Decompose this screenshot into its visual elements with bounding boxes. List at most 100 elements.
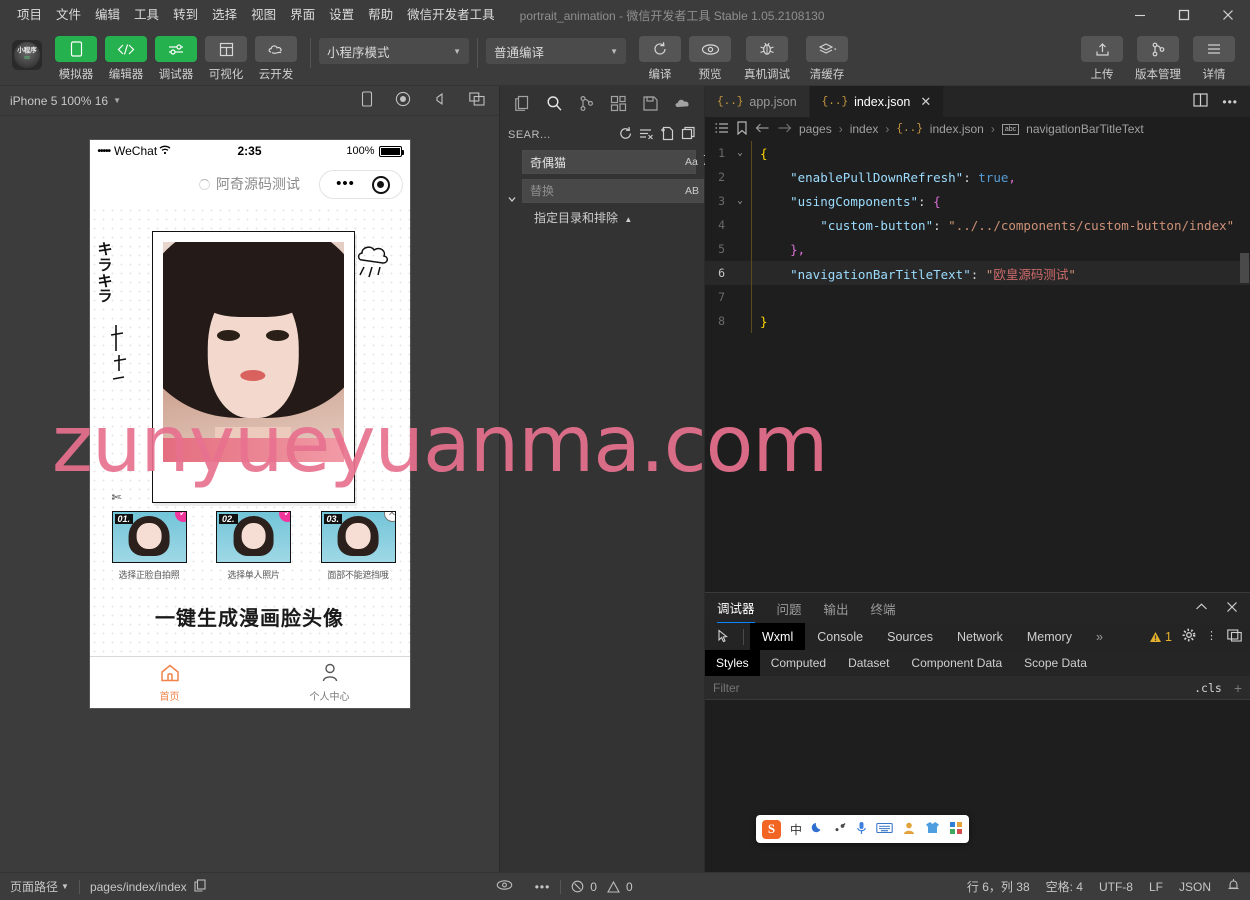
- search-input[interactable]: [530, 155, 685, 169]
- panel-tab-terminal[interactable]: 终端: [871, 593, 896, 623]
- code-line[interactable]: 6 "navigationBarTitleText": "欧皇源码测试": [705, 261, 1250, 285]
- record-icon[interactable]: [395, 91, 411, 110]
- inspect-element-icon[interactable]: [711, 629, 737, 644]
- menu-item-settings[interactable]: 设置: [322, 0, 361, 30]
- styles-tab-styles[interactable]: Styles: [705, 650, 760, 676]
- toolbar-button-editor[interactable]: 编辑器: [102, 36, 150, 82]
- code-line[interactable]: 7: [705, 285, 1250, 309]
- close-icon[interactable]: [1226, 601, 1238, 616]
- mic-icon[interactable]: [856, 821, 867, 838]
- extensions-icon[interactable]: [605, 90, 631, 116]
- device-selector-label[interactable]: iPhone 5 100% 16: [10, 94, 108, 108]
- outline-icon[interactable]: [715, 122, 729, 137]
- toolbar-button-realdevice[interactable]: 真机调试: [736, 36, 798, 82]
- cls-button[interactable]: .cls: [1194, 681, 1222, 695]
- panel-tab-output[interactable]: 输出: [824, 593, 849, 623]
- back-arrow-icon[interactable]: [755, 122, 770, 137]
- errors-group[interactable]: 0: [571, 880, 597, 894]
- toolbar-button-cloud[interactable]: 云开发: [252, 36, 300, 82]
- styles-tab-dataset[interactable]: Dataset: [837, 650, 900, 676]
- menu-item-tools[interactable]: 工具: [127, 0, 166, 30]
- warnings-group[interactable]: 0: [607, 880, 633, 894]
- files-icon[interactable]: [509, 90, 535, 116]
- code-editor[interactable]: 1⌄{2 "enablePullDownRefresh": true,3⌄ "u…: [705, 141, 1250, 592]
- menu-item-devtools[interactable]: 微信开发者工具: [400, 0, 502, 30]
- apps-icon[interactable]: [949, 821, 963, 838]
- chevron-down-icon[interactable]: ▼: [113, 96, 121, 105]
- mode-select[interactable]: 小程序模式 ▼: [319, 38, 469, 64]
- compile-select[interactable]: 普通编译 ▼: [486, 38, 626, 64]
- toolbar-button-version[interactable]: 版本管理: [1128, 36, 1188, 82]
- replace-input-wrapper[interactable]: AB: [522, 179, 704, 203]
- editor-scrollbar[interactable]: [1236, 141, 1250, 592]
- menu-item-edit[interactable]: 编辑: [88, 0, 127, 30]
- bookmark-icon[interactable]: [736, 121, 748, 138]
- toolbar-button-preview[interactable]: 预览: [686, 36, 734, 82]
- encoding-setting[interactable]: UTF-8: [1099, 880, 1133, 894]
- editor-tab-app-json[interactable]: {..} app.json: [705, 86, 810, 117]
- devtools-tab-console[interactable]: Console: [805, 623, 875, 650]
- replace-input[interactable]: [530, 184, 685, 198]
- new-search-icon[interactable]: [660, 126, 675, 144]
- styles-tab-computed[interactable]: Computed: [760, 650, 837, 676]
- search-input-wrapper[interactable]: Aa Abl .*: [522, 150, 696, 174]
- toolbar-button-details[interactable]: 详情: [1190, 36, 1238, 82]
- status-more-icon[interactable]: •••: [535, 880, 551, 894]
- tabbar-item-profile[interactable]: 个人中心: [250, 657, 410, 708]
- wechat-capsule[interactable]: •••: [319, 170, 403, 199]
- window-icon[interactable]: [469, 92, 485, 109]
- chevron-down-icon[interactable]: ▼: [61, 882, 69, 891]
- phone-rotate-icon[interactable]: [361, 91, 373, 110]
- save-icon[interactable]: [637, 90, 663, 116]
- toggle-replace-icon[interactable]: [506, 194, 517, 207]
- minimize-button[interactable]: [1118, 0, 1162, 30]
- panel-tab-debugger[interactable]: 调试器: [717, 593, 755, 623]
- keyboard-icon[interactable]: [876, 822, 893, 837]
- preview-eye-icon[interactable]: [496, 879, 513, 894]
- cursor-position[interactable]: 行 6，列 38: [967, 878, 1030, 895]
- shirt-icon[interactable]: [925, 821, 940, 837]
- bell-icon[interactable]: [1227, 878, 1240, 895]
- split-editor-icon[interactable]: [1193, 93, 1208, 110]
- devtools-tab-memory[interactable]: Memory: [1015, 623, 1084, 650]
- chevron-down-icon[interactable]: ⌄: [731, 148, 749, 158]
- cloud-dev-icon[interactable]: [669, 90, 695, 116]
- ime-mode-chinese[interactable]: 中: [790, 821, 802, 838]
- exclude-toggle[interactable]: 指定目录和排除 ▲: [522, 203, 696, 226]
- toolbar-button-compile[interactable]: 编译: [636, 36, 684, 82]
- toolbar-button-simulator[interactable]: 模拟器: [52, 36, 100, 82]
- step-item[interactable]: 03. ✕ 面部不能遮挡哦: [321, 511, 396, 581]
- styles-tab-component-data[interactable]: Component Data: [900, 650, 1013, 676]
- copy-icon[interactable]: [194, 879, 206, 895]
- chevron-down-icon[interactable]: ⌄: [731, 196, 749, 206]
- devtools-tab-wxml[interactable]: Wxml: [750, 623, 805, 650]
- language-mode[interactable]: JSON: [1179, 880, 1211, 894]
- tabbar-item-home[interactable]: 首页: [90, 657, 250, 708]
- code-line[interactable]: 8}: [705, 309, 1250, 333]
- menu-item-project[interactable]: 项目: [10, 0, 49, 30]
- menu-item-interface[interactable]: 界面: [283, 0, 322, 30]
- close-button[interactable]: [1206, 0, 1250, 30]
- styles-tab-scope-data[interactable]: Scope Data: [1013, 650, 1098, 676]
- menu-item-select[interactable]: 选择: [205, 0, 244, 30]
- more-vertical-icon[interactable]: ⋮: [1206, 634, 1217, 639]
- code-line[interactable]: 3⌄ "usingComponents": {: [705, 189, 1250, 213]
- capsule-target-icon[interactable]: [372, 176, 390, 194]
- close-tab-icon[interactable]: ✕: [920, 94, 931, 110]
- code-line[interactable]: 5 },: [705, 237, 1250, 261]
- moon-icon[interactable]: [811, 821, 824, 837]
- collapse-icon[interactable]: [1195, 601, 1208, 615]
- match-case-icon[interactable]: Aa: [685, 156, 698, 168]
- dock-icon[interactable]: [1227, 629, 1242, 645]
- menu-item-goto[interactable]: 转到: [166, 0, 205, 30]
- devtools-tab-network[interactable]: Network: [945, 623, 1015, 650]
- warning-badge[interactable]: 1: [1149, 630, 1172, 644]
- code-line[interactable]: 4 "custom-button": "../../components/cus…: [705, 213, 1250, 237]
- panel-tab-problems[interactable]: 问题: [777, 593, 802, 623]
- page-path-label[interactable]: 页面路径: [10, 878, 58, 895]
- volume-icon[interactable]: [433, 92, 447, 109]
- breadcrumb-item-pages[interactable]: pages: [799, 122, 832, 136]
- breadcrumb-item-index[interactable]: index: [850, 122, 879, 136]
- menu-item-help[interactable]: 帮助: [361, 0, 400, 30]
- breadcrumb-item-file[interactable]: index.json: [930, 122, 984, 136]
